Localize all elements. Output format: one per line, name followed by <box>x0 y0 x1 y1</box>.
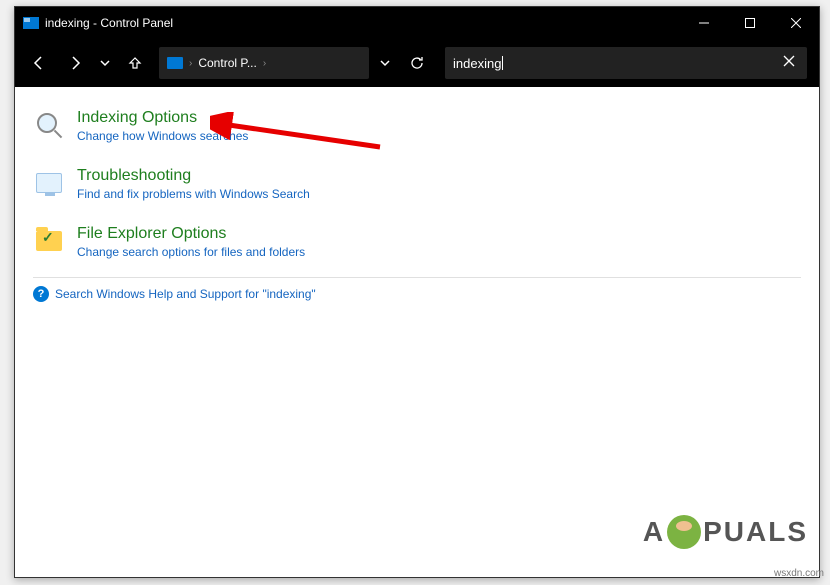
watermark-suffix: PUALS <box>703 516 808 548</box>
chevron-right-icon[interactable]: › <box>263 58 266 69</box>
watermark: A PUALS <box>643 515 808 549</box>
result-icon <box>33 109 65 141</box>
title-bar: indexing - Control Panel <box>15 7 819 39</box>
clear-search-button[interactable] <box>779 50 799 76</box>
recent-dropdown[interactable] <box>95 47 115 79</box>
result-title-link[interactable]: File Explorer Options <box>77 225 305 243</box>
result-desc-link[interactable]: Change how Windows searches <box>77 129 248 143</box>
result-icon <box>33 167 65 199</box>
back-button[interactable] <box>23 47 55 79</box>
chevron-right-icon: › <box>189 58 192 69</box>
result-desc-link[interactable]: Change search options for files and fold… <box>77 245 305 259</box>
nav-bar: › Control P... › indexing <box>15 39 819 87</box>
source-tag: wsxdn.com <box>774 568 824 579</box>
watermark-prefix: A <box>643 516 665 548</box>
text-caret <box>502 56 503 70</box>
window-controls <box>681 7 819 39</box>
search-result: Indexing Options Change how Windows searc… <box>33 103 801 149</box>
app-icon <box>23 15 39 31</box>
watermark-avatar <box>667 515 701 549</box>
search-bar[interactable]: indexing <box>445 47 807 79</box>
content-area: Indexing Options Change how Windows searc… <box>15 87 819 577</box>
help-search-link[interactable]: Search Windows Help and Support for "ind… <box>55 287 316 301</box>
help-icon: ? <box>33 286 49 302</box>
up-button[interactable] <box>119 47 151 79</box>
result-icon <box>33 225 65 257</box>
result-desc-link[interactable]: Find and fix problems with Windows Searc… <box>77 187 310 201</box>
control-panel-icon <box>167 57 183 69</box>
search-result: Troubleshooting Find and fix problems wit… <box>33 161 801 207</box>
result-title-link[interactable]: Indexing Options <box>77 109 248 127</box>
search-result: File Explorer Options Change search optio… <box>33 219 801 265</box>
breadcrumb-label[interactable]: Control P... <box>198 56 256 70</box>
control-panel-window: indexing - Control Panel › <box>14 6 820 578</box>
refresh-button[interactable] <box>401 47 433 79</box>
address-bar[interactable]: › Control P... › <box>159 47 369 79</box>
maximize-button[interactable] <box>727 7 773 39</box>
close-button[interactable] <box>773 7 819 39</box>
help-search-row[interactable]: ? Search Windows Help and Support for "i… <box>33 277 801 310</box>
minimize-button[interactable] <box>681 7 727 39</box>
search-input-text[interactable]: indexing <box>453 56 501 71</box>
result-title-link[interactable]: Troubleshooting <box>77 167 310 185</box>
forward-button[interactable] <box>59 47 91 79</box>
window-title: indexing - Control Panel <box>45 16 681 30</box>
address-dropdown[interactable] <box>373 47 397 79</box>
